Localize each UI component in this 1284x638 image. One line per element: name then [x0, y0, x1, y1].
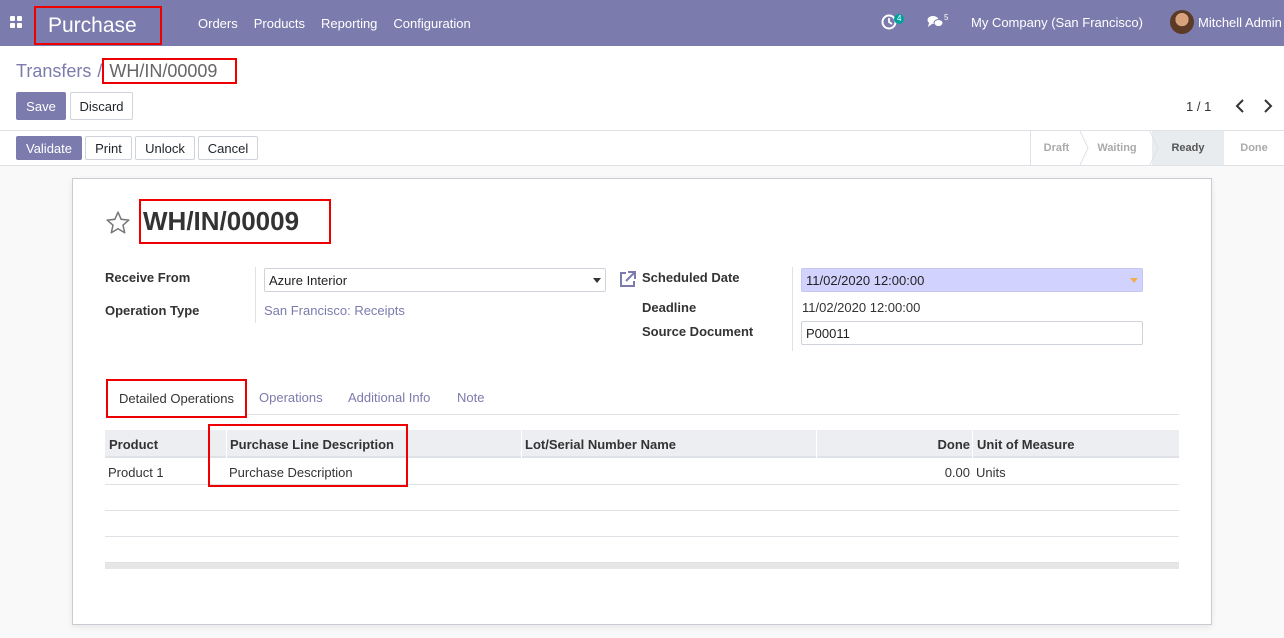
tab-note[interactable]: Note — [457, 390, 484, 405]
print-button[interactable]: Print — [85, 136, 132, 160]
cancel-button[interactable]: Cancel — [198, 136, 258, 160]
external-link-icon[interactable] — [618, 270, 637, 289]
breadcrumb-current: WH/IN/00009 — [102, 58, 238, 84]
user-avatar[interactable] — [1170, 10, 1194, 34]
cell-unit-of-measure: Units — [976, 465, 1006, 480]
receive-from-value: Azure Interior — [269, 272, 348, 288]
column-product[interactable]: Product — [109, 437, 158, 452]
control-panel: Transfers / WH/IN/00009 Save Discard 1 /… — [0, 46, 1284, 131]
column-done[interactable]: Done — [938, 437, 971, 452]
form-sheet: WH/IN/00009 Receive From Azure Interior … — [72, 178, 1212, 625]
company-switcher[interactable]: My Company (San Francisco) — [971, 15, 1143, 30]
table-empty-row — [105, 511, 1179, 537]
app-menu-grid-icon[interactable] — [10, 16, 22, 28]
scheduled-date-label: Scheduled Date — [642, 270, 740, 285]
user-menu[interactable]: Mitchell Admin — [1198, 15, 1282, 30]
cell-product: Product 1 — [108, 465, 164, 480]
source-document-label: Source Document — [642, 324, 754, 339]
discard-button[interactable]: Discard — [70, 92, 133, 120]
date-caret-icon — [1130, 278, 1138, 283]
validate-button[interactable]: Validate — [16, 136, 82, 160]
menu-item-configuration[interactable]: Configuration — [385, 16, 478, 31]
top-navbar: Purchase Orders Products Reporting Confi… — [0, 0, 1284, 46]
star-favorite-icon[interactable] — [105, 210, 131, 236]
column-unit-of-measure[interactable]: Unit of Measure — [977, 437, 1075, 452]
menu-item-products[interactable]: Products — [246, 16, 313, 31]
table-empty-row — [105, 537, 1179, 563]
menu-item-reporting[interactable]: Reporting — [313, 16, 385, 31]
column-separator — [521, 430, 522, 458]
tab-operations[interactable]: Operations — [259, 390, 323, 405]
right-group-divider — [792, 267, 793, 351]
receive-from-select[interactable]: Azure Interior — [264, 268, 606, 292]
unlock-button[interactable]: Unlock — [135, 136, 195, 160]
record-title: WH/IN/00009 — [139, 199, 331, 244]
column-separator — [972, 430, 973, 458]
operation-type-label: Operation Type — [105, 303, 200, 318]
main-menu: Orders Products Reporting Configuration — [190, 0, 479, 46]
operation-type-link[interactable]: San Francisco: Receipts — [264, 303, 405, 318]
deadline-value: 11/02/2020 12:00:00 — [802, 300, 921, 315]
description-highlight — [208, 424, 408, 487]
stage-arrows — [1079, 131, 1224, 165]
receive-from-label: Receive From — [105, 270, 191, 285]
scheduled-date-input[interactable]: 11/02/2020 12:00:00 — [801, 268, 1143, 292]
deadline-label: Deadline — [642, 300, 697, 315]
tab-additional-info[interactable]: Additional Info — [348, 390, 430, 405]
menu-item-orders[interactable]: Orders — [190, 16, 246, 31]
notebook-tabs: Detailed Operations Operations Additiona… — [105, 379, 1179, 418]
dropdown-caret-icon — [593, 278, 601, 283]
save-button[interactable]: Save — [16, 92, 66, 120]
app-name[interactable]: Purchase — [34, 6, 162, 45]
breadcrumb: Transfers / WH/IN/00009 — [16, 58, 238, 84]
pager-next-icon[interactable] — [1263, 99, 1273, 113]
form-statusbar: Validate Print Unlock Cancel Draft Waiti… — [0, 131, 1284, 166]
cell-done: 0.00 — [944, 465, 970, 480]
message-count-badge: 5 — [944, 13, 949, 22]
source-document-input[interactable]: P00011 — [801, 321, 1143, 345]
pager-previous-icon[interactable] — [1235, 99, 1245, 113]
table-footer — [105, 563, 1179, 569]
table-empty-row — [105, 485, 1179, 511]
column-separator — [816, 430, 817, 458]
scheduled-date-value: 11/02/2020 12:00:00 — [806, 272, 925, 288]
breadcrumb-transfers[interactable]: Transfers — [16, 61, 91, 82]
pager-value[interactable]: 1 / 1 — [1186, 99, 1211, 114]
tab-detailed-operations[interactable]: Detailed Operations — [106, 379, 247, 418]
source-document-value: P00011 — [806, 325, 850, 341]
left-group-divider — [255, 267, 256, 323]
activity-count-badge: 4 — [894, 14, 905, 24]
column-lot-serial[interactable]: Lot/Serial Number Name — [525, 437, 676, 452]
